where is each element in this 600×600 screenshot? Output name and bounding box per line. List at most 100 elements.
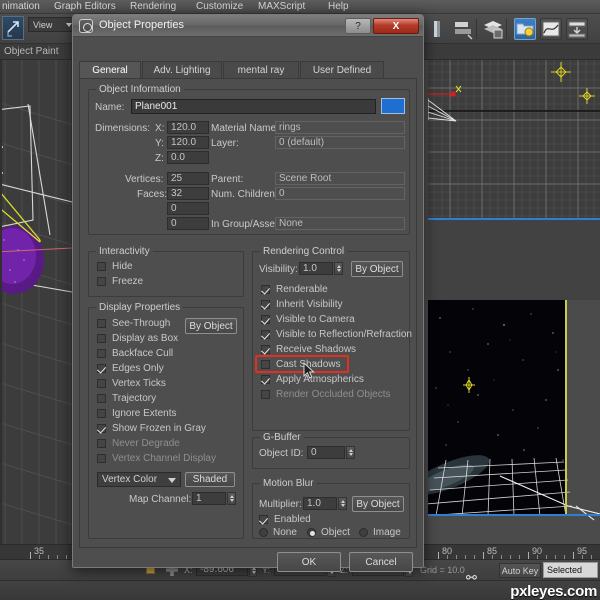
schematic-view-icon[interactable] — [566, 18, 588, 40]
apply-atmospherics-checkbox[interactable] — [261, 375, 270, 384]
display-as-box-label: Display as Box — [112, 333, 179, 344]
vertex-channel-display-checkbox[interactable] — [97, 454, 106, 463]
dimension-z-field: 0.0 — [167, 151, 209, 164]
curve-editor-icon[interactable] — [540, 18, 562, 40]
trajectory-checkbox[interactable] — [97, 394, 106, 403]
layer-manager-icon[interactable] — [482, 18, 504, 40]
visible-to-camera-checkbox[interactable] — [261, 315, 270, 324]
reference-coordinate-dropdown[interactable]: View — [28, 17, 76, 32]
menu-item-graph-editors[interactable]: Graph Editors — [54, 1, 116, 12]
map-channel-field[interactable]: 1 — [192, 492, 226, 505]
tab-user-defined[interactable]: User Defined — [300, 61, 384, 79]
ruler-label-85: 85 — [487, 546, 498, 556]
menu-item-maxscript[interactable]: MAXScript — [258, 1, 305, 12]
cancel-button[interactable]: Cancel — [349, 552, 413, 572]
vertex-color-combo[interactable]: Vertex Color — [97, 472, 181, 487]
hide-checkbox[interactable] — [97, 262, 106, 271]
object-id-field[interactable]: 0 — [307, 446, 345, 459]
inherit-visibility-checkbox[interactable] — [261, 300, 270, 309]
menu-item-help[interactable]: Help — [328, 1, 349, 12]
object-information-group: Object Information Name: Plane001 Dimens… — [88, 84, 410, 235]
object-properties-icon — [79, 19, 93, 33]
show-frozen-in-gray-label: Show Frozen in Gray — [112, 423, 206, 434]
vertex-ticks-label: Vertex Ticks — [112, 378, 166, 389]
material-name-label: Material Name: — [211, 123, 279, 134]
motion-blur-image-radio[interactable] — [359, 528, 368, 537]
visibility-field[interactable]: 1.0 — [299, 262, 333, 275]
auto-key-button[interactable]: Auto Key — [499, 563, 541, 578]
set-key-icon[interactable]: ⚯ — [466, 570, 477, 586]
dimension-y-label: Y: — [155, 138, 164, 149]
vertex-ticks-checkbox[interactable] — [97, 379, 106, 388]
menu-item-customize[interactable]: Customize — [196, 1, 243, 12]
named-selection-set-field[interactable]: Selected — [543, 562, 598, 578]
display-properties-label: Display Properties — [96, 302, 184, 313]
motion-blur-object-radio[interactable] — [307, 528, 316, 537]
tab-general[interactable]: General — [79, 61, 141, 79]
menu-bar: nimation Graph Editors Rendering Customi… — [0, 0, 600, 14]
object-paint-label: Object Paint — [4, 46, 59, 57]
shaded-button[interactable]: Shaded — [185, 472, 235, 487]
visibility-spinner[interactable] — [334, 262, 343, 275]
motion-blur-label: Motion Blur — [260, 478, 317, 489]
dimensions-label: Dimensions: — [95, 123, 151, 134]
multiplier-spinner[interactable] — [338, 497, 347, 510]
vertices-field: 25 — [167, 172, 209, 185]
faces-label: Faces: — [137, 189, 168, 200]
cast-shadows-checkbox[interactable] — [261, 360, 270, 369]
ok-button[interactable]: OK — [277, 552, 341, 572]
never-degrade-checkbox[interactable] — [97, 439, 106, 448]
menu-item-rendering[interactable]: Rendering — [130, 1, 176, 12]
renderable-checkbox[interactable] — [261, 285, 270, 294]
help-button[interactable]: ? — [345, 18, 371, 34]
receive-shadows-checkbox[interactable] — [261, 345, 270, 354]
display-as-box-checkbox[interactable] — [97, 334, 106, 343]
mouse-cursor — [303, 362, 315, 379]
freeze-label: Freeze — [112, 276, 144, 287]
toolbar-separator — [476, 19, 477, 39]
viewport-camera-stars[interactable] — [428, 300, 600, 544]
motion-blur-none-radio[interactable] — [259, 528, 268, 537]
ruler-label-35: 35 — [34, 546, 45, 556]
backface-cull-checkbox[interactable] — [97, 349, 106, 358]
motion-blur-by-object-button[interactable]: By Object — [352, 496, 404, 512]
map-channel-spinner[interactable] — [227, 492, 236, 505]
display-by-object-button[interactable]: By Object — [185, 318, 237, 334]
object-color-swatch[interactable] — [381, 98, 405, 114]
dimension-x-label: X: — [155, 123, 165, 134]
selection-filter-icon[interactable] — [428, 18, 450, 40]
dialog-titlebar[interactable]: Object Properties ? X — [73, 15, 423, 37]
motion-blur-image-label: Image — [373, 527, 401, 538]
ruler-label-90: 90 — [532, 546, 543, 556]
menu-item-animation[interactable]: nimation — [2, 1, 40, 12]
interactivity-group: Interactivity Hide Freeze — [88, 246, 244, 297]
motion-blur-enabled-checkbox[interactable] — [259, 515, 268, 524]
tab-adv-lighting[interactable]: Adv. Lighting — [142, 61, 222, 79]
rendering-control-label: Rendering Control — [260, 246, 348, 257]
reference-coordinate-icon[interactable] — [2, 16, 24, 40]
render-occluded-objects-checkbox[interactable] — [261, 390, 270, 399]
visible-to-reflection-refraction-checkbox[interactable] — [261, 330, 270, 339]
close-button[interactable]: X — [373, 18, 419, 34]
ignore-extents-checkbox[interactable] — [97, 409, 106, 418]
faces-field: 32 — [167, 187, 209, 200]
show-frozen-in-gray-checkbox[interactable] — [97, 424, 106, 433]
align-icon[interactable] — [452, 18, 474, 40]
ruler-label-80: 80 — [442, 546, 453, 556]
light-lister-icon[interactable] — [514, 18, 536, 40]
multiplier-field[interactable]: 1.0 — [303, 497, 337, 510]
rendering-by-object-button[interactable]: By Object — [351, 261, 403, 277]
dimension-z-label: Z: — [155, 153, 164, 164]
edges-only-checkbox[interactable] — [97, 364, 106, 373]
name-field[interactable]: Plane001 — [131, 99, 376, 114]
vertex-channel-display-label: Vertex Channel Display — [112, 453, 216, 464]
parent-label: Parent: — [211, 174, 244, 185]
render-occluded-objects-label: Render Occluded Objects — [276, 389, 391, 400]
object-id-spinner[interactable] — [346, 446, 355, 459]
tab-mental-ray[interactable]: mental ray — [223, 61, 299, 79]
viewport-top-grid[interactable] — [428, 60, 600, 338]
see-through-checkbox[interactable] — [97, 319, 106, 328]
renderable-label: Renderable — [276, 284, 328, 295]
freeze-checkbox[interactable] — [97, 277, 106, 286]
viewport-left[interactable] — [0, 60, 72, 544]
